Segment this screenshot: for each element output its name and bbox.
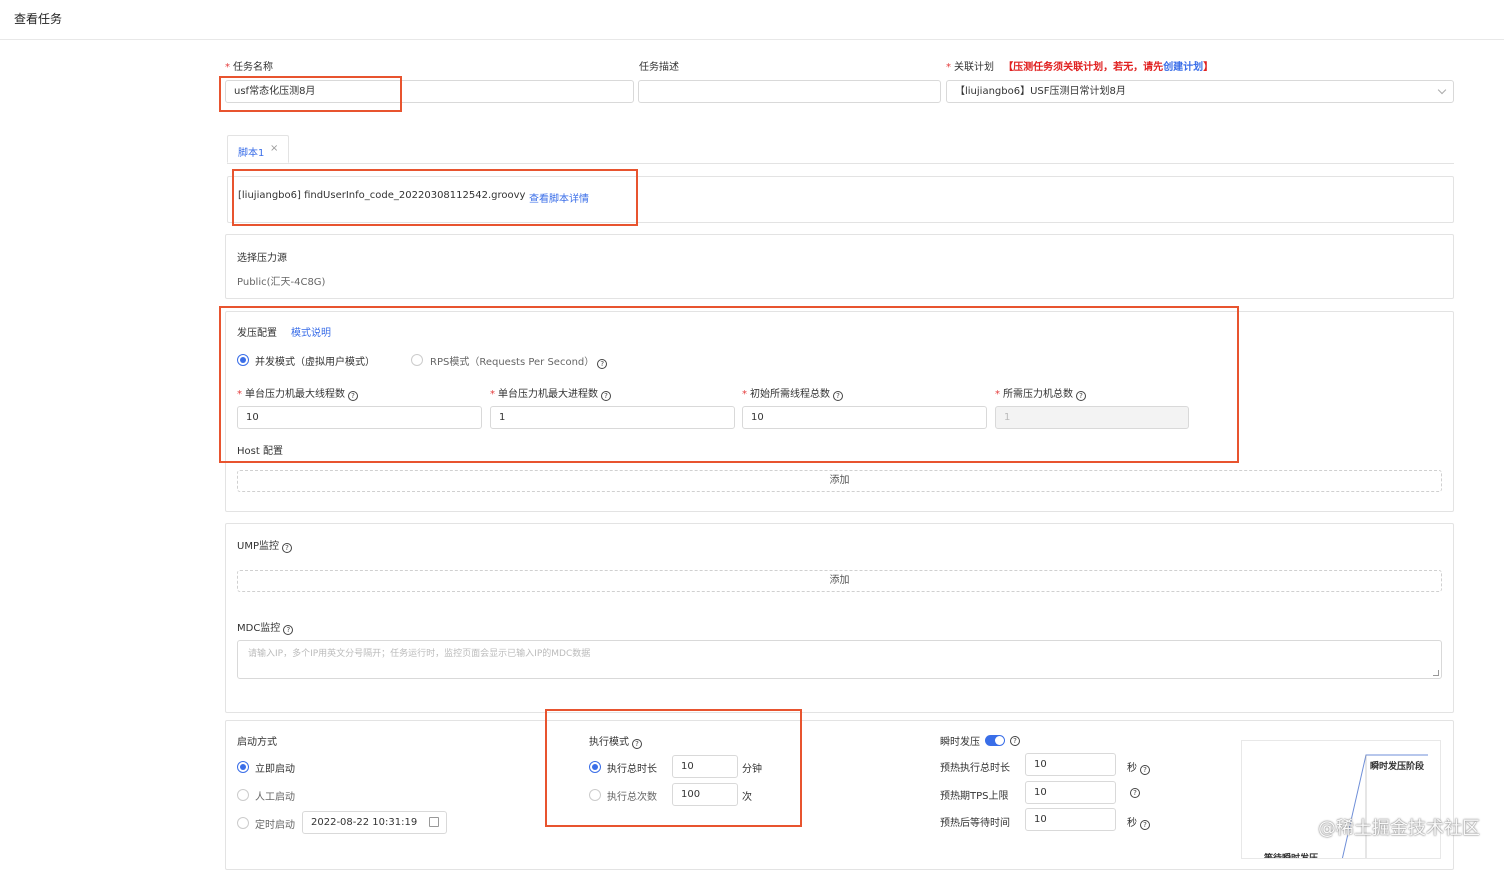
help-icon: ? bbox=[281, 543, 292, 553]
host-config-label: Host 配置 bbox=[237, 446, 283, 457]
ump-add-button[interactable]: 添加 bbox=[237, 570, 1442, 592]
start-label: 启动方式 bbox=[237, 737, 277, 748]
resize-handle-icon[interactable] bbox=[1433, 670, 1439, 676]
script-file: [liujiangbo6] findUserInfo_code_20220308… bbox=[238, 190, 526, 201]
wait-time-input[interactable]: 10 bbox=[1025, 808, 1116, 831]
close-icon[interactable]: × bbox=[270, 143, 278, 154]
help-icon: ? bbox=[1010, 736, 1020, 746]
source-value: Public(汇天-4C8G) bbox=[237, 277, 326, 288]
source-card: 选择压力源 Public(汇天-4C8G) bbox=[225, 234, 1454, 299]
mode-help-link[interactable]: 模式说明 bbox=[291, 324, 331, 339]
init-threads-input[interactable]: 10 bbox=[742, 406, 987, 429]
task-name-input[interactable]: usf常态化压测8月 bbox=[225, 80, 634, 103]
max-processes-label: * 单台压力机最大进程数? bbox=[490, 385, 611, 401]
radio-start-immediate[interactable] bbox=[237, 761, 249, 773]
scheduled-datetime-input[interactable]: 2022-08-22 10:31:19 bbox=[302, 811, 447, 834]
max-processes-input[interactable]: 1 bbox=[490, 406, 735, 429]
exec-count-unit: 次 bbox=[742, 792, 752, 803]
radio-rps-mode[interactable] bbox=[411, 354, 423, 366]
source-label: 选择压力源 bbox=[237, 253, 287, 264]
monitor-card bbox=[225, 523, 1454, 713]
help-icon: ? bbox=[1076, 391, 1086, 401]
wait-phase-label: 等待瞬时发压 bbox=[1264, 854, 1319, 859]
mdc-textarea[interactable]: 请输入IP，多个IP用英文分号隔开；任务运行时，监控页面会显示已输入IP的MDC… bbox=[237, 640, 1442, 679]
page-title: 查看任务 bbox=[14, 12, 63, 26]
preheat-duration-input[interactable]: 10 bbox=[1025, 753, 1116, 776]
pressure-label: 发压配置 bbox=[237, 328, 277, 339]
exec-duration-unit: 分钟 bbox=[742, 764, 762, 775]
burst-toggle[interactable] bbox=[985, 735, 1005, 746]
help-icon: ? bbox=[601, 391, 611, 401]
max-threads-input[interactable]: 10 bbox=[237, 406, 482, 429]
machines-label: * 所需压力机总数? bbox=[995, 385, 1086, 401]
start-manual-label: 人工启动 bbox=[255, 792, 295, 803]
rps-mode-label: RPS模式（Requests Per Second）? bbox=[430, 353, 608, 369]
help-icon: ? bbox=[283, 625, 294, 635]
tab-divider bbox=[227, 163, 1454, 164]
help-icon: ? bbox=[1130, 788, 1140, 798]
start-scheduled-label: 定时启动 bbox=[255, 820, 295, 831]
preheat-duration-label: 预热执行总时长 bbox=[940, 763, 1010, 774]
wait-time-label: 预热后等待时间 bbox=[940, 818, 1010, 829]
exec-count-label: 执行总次数 bbox=[607, 792, 657, 803]
exec-duration-input[interactable]: 10 bbox=[672, 755, 738, 778]
task-desc-input[interactable] bbox=[638, 80, 941, 103]
script-card: [liujiangbo6] findUserInfo_code_20220308… bbox=[227, 176, 1454, 223]
tab-script-label: 脚本1 bbox=[238, 148, 265, 159]
host-add-button[interactable]: 添加 bbox=[237, 470, 1442, 492]
burst-label: 瞬时发压 bbox=[940, 737, 980, 748]
concurrent-mode-label: 并发模式（虚拟用户模式） bbox=[255, 357, 375, 368]
radio-concurrent-mode[interactable] bbox=[237, 354, 249, 366]
exec-count-input[interactable]: 100 bbox=[672, 783, 738, 806]
ump-label: UMP监控? bbox=[237, 537, 292, 553]
machines-input: 1 bbox=[995, 406, 1189, 429]
plan-warning: 【压测任务须关联计划，若无，请先 bbox=[1003, 62, 1164, 73]
preheat-tps-label: 预热期TPS上限 bbox=[940, 791, 1009, 802]
chevron-down-icon bbox=[1437, 85, 1447, 95]
script-detail-link[interactable]: 查看脚本详情 bbox=[529, 190, 589, 205]
preheat-tps-input[interactable]: 10 bbox=[1025, 781, 1116, 804]
help-icon: ? bbox=[1140, 820, 1150, 830]
mdc-label: MDC监控? bbox=[237, 619, 294, 635]
plan-select[interactable]: 【liujiangbo6】USF压测日常计划8月 bbox=[946, 80, 1454, 103]
plan-label: * 关联计划 【压测任务须关联计划，若无，请先创建计划】 bbox=[946, 62, 1214, 73]
mdc-placeholder: 请输入IP，多个IP用英文分号隔开；任务运行时，监控页面会显示已输入IP的MDC… bbox=[248, 649, 591, 659]
radio-exec-count[interactable] bbox=[589, 789, 601, 801]
help-icon: ? bbox=[597, 359, 608, 369]
exec-mode-label: 执行模式? bbox=[589, 733, 642, 749]
plan-select-value: 【liujiangbo6】USF压测日常计划8月 bbox=[955, 86, 1126, 97]
task-desc-label: 任务描述 bbox=[639, 62, 679, 73]
watermark: @稀土掘金技术社区 bbox=[1318, 818, 1480, 839]
exec-duration-label: 执行总时长 bbox=[607, 764, 657, 775]
radio-start-scheduled[interactable] bbox=[237, 817, 249, 829]
wait-time-unit: 秒? bbox=[1127, 814, 1150, 830]
radio-exec-duration[interactable] bbox=[589, 761, 601, 773]
help-icon: ? bbox=[632, 739, 642, 749]
burst-diagram: 瞬时发压阶段 等待瞬时发压 bbox=[1241, 740, 1441, 859]
help-icon: ? bbox=[348, 391, 358, 401]
create-plan-link[interactable]: 创建计划 bbox=[1163, 62, 1203, 73]
preheat-duration-unit: 秒? bbox=[1127, 759, 1150, 775]
max-threads-label: * 单台压力机最大线程数? bbox=[237, 385, 358, 401]
start-immediate-label: 立即启动 bbox=[255, 764, 295, 775]
page-header: 查看任务 bbox=[0, 0, 1504, 40]
radio-start-manual[interactable] bbox=[237, 789, 249, 801]
init-threads-label: * 初始所需线程总数? bbox=[742, 385, 843, 401]
calendar-icon bbox=[429, 817, 439, 827]
burst-phase-label: 瞬时发压阶段 bbox=[1370, 762, 1425, 772]
tab-script-1[interactable]: 脚本1 × bbox=[227, 135, 289, 163]
help-icon: ? bbox=[1140, 765, 1150, 775]
task-name-label: * 任务名称 bbox=[225, 62, 273, 73]
help-icon: ? bbox=[833, 391, 843, 401]
